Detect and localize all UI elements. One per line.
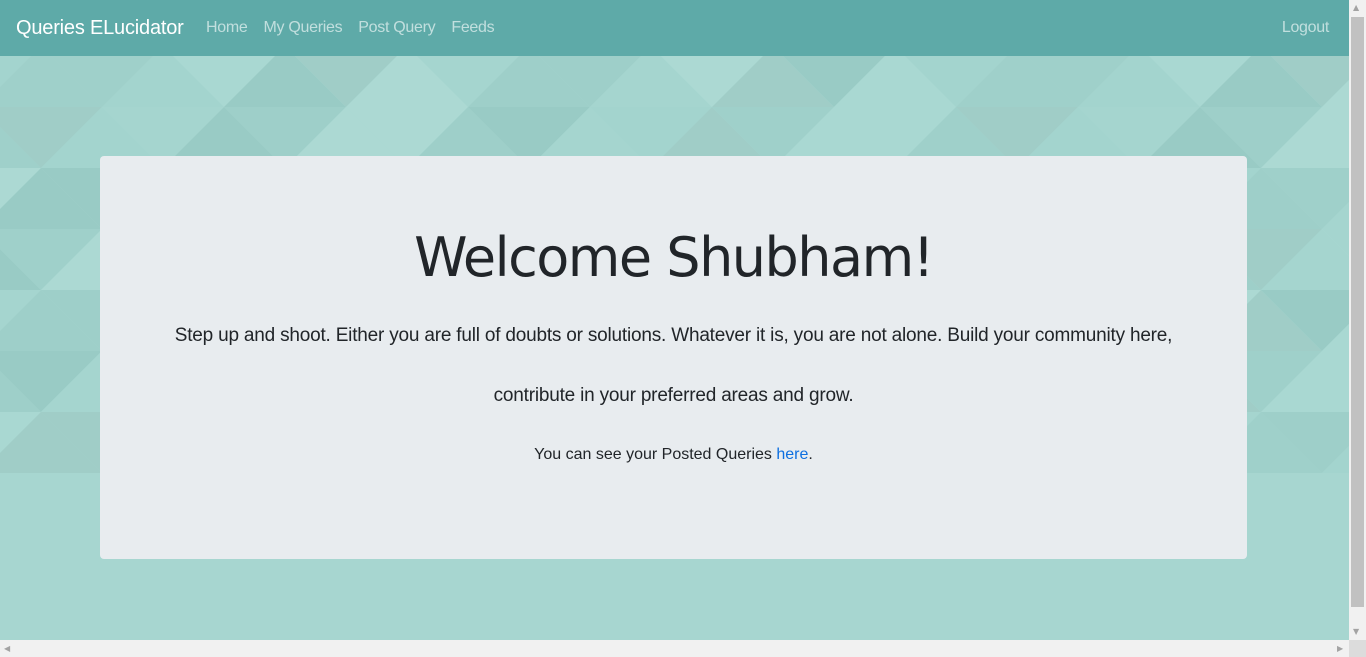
posted-queries-here-link[interactable]: here — [776, 446, 808, 463]
welcome-heading: Welcome Shubham! — [414, 226, 934, 289]
scroll-up-arrow-icon[interactable]: ▲ — [1353, 3, 1359, 13]
top-navbar: Queries ELucidator Home My Queries Post … — [0, 0, 1349, 56]
posted-queries-text: You can see your Posted Queries here. — [100, 444, 1247, 466]
horizontal-scrollbar[interactable]: ◀ ▶ — [0, 640, 1349, 657]
nav-right: Logout — [1274, 17, 1337, 39]
nav-link-post-query[interactable]: Post Query — [350, 17, 443, 39]
logout-link[interactable]: Logout — [1274, 17, 1337, 39]
page-viewport: Queries ELucidator Home My Queries Post … — [0, 0, 1349, 640]
nav-link-home[interactable]: Home — [198, 17, 255, 39]
nav-link-feeds[interactable]: Feeds — [443, 17, 502, 39]
nav-link-my-queries[interactable]: My Queries — [255, 17, 350, 39]
scrollbar-corner — [1349, 640, 1366, 657]
scroll-right-arrow-icon[interactable]: ▶ — [1337, 644, 1343, 654]
welcome-jumbotron: Welcome Shubham! Step up and shoot. Eith… — [100, 156, 1247, 559]
welcome-lead-text: Step up and shoot. Either you are full o… — [174, 325, 1173, 406]
nav-links: Home My Queries Post Query Feeds — [198, 17, 502, 39]
posted-queries-prefix: You can see your Posted Queries — [534, 446, 777, 463]
vertical-scrollbar[interactable]: ▲ ▼ — [1349, 0, 1366, 640]
posted-queries-suffix: . — [808, 446, 813, 463]
scroll-down-arrow-icon[interactable]: ▼ — [1353, 627, 1359, 637]
vertical-scrollbar-thumb[interactable] — [1351, 17, 1364, 607]
brand-link[interactable]: Queries ELucidator — [16, 15, 184, 41]
scroll-left-arrow-icon[interactable]: ◀ — [4, 644, 10, 654]
